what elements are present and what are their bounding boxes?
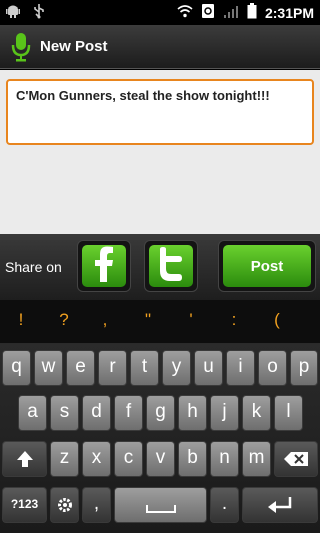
status-bar: 2:31PM [0, 0, 320, 25]
usb-icon [32, 3, 46, 24]
key-h[interactable]: h [178, 395, 207, 431]
suggestion-item[interactable]: ( [262, 310, 292, 330]
title-bar: New Post [0, 25, 320, 69]
share-bar: Share on Post [0, 234, 320, 300]
key-c[interactable]: c [114, 441, 143, 477]
post-text: C'Mon Gunners, steal the show tonight!!! [16, 88, 270, 103]
suggestion-item[interactable]: ? [49, 310, 79, 330]
android-icon [6, 3, 20, 24]
facebook-button[interactable] [77, 240, 131, 292]
key-j[interactable]: j [210, 395, 239, 431]
post-text-input[interactable]: C'Mon Gunners, steal the show tonight!!! [6, 79, 314, 145]
suggestion-item[interactable]: ! [6, 310, 36, 330]
key-a[interactable]: a [18, 395, 47, 431]
page-title: New Post [40, 38, 108, 55]
suggestion-strip: ! ? , " ' : ( [0, 300, 320, 344]
key-v[interactable]: v [146, 441, 175, 477]
key-w[interactable]: w [34, 350, 63, 386]
keyboard: q w e r t y u i o p a s d f g h j k l z … [0, 344, 320, 533]
twitter-button[interactable] [144, 240, 198, 292]
key-s[interactable]: s [50, 395, 79, 431]
key-r[interactable]: r [98, 350, 127, 386]
key-p[interactable]: p [290, 350, 318, 386]
key-t[interactable]: t [130, 350, 159, 386]
share-label: Share on [5, 259, 62, 275]
key-l[interactable]: l [274, 395, 303, 431]
shift-icon [16, 451, 34, 473]
space-icon [145, 498, 176, 519]
key-m[interactable]: m [242, 441, 271, 477]
battery-icon [247, 3, 257, 24]
backspace-key[interactable] [274, 441, 318, 477]
clock: 2:31PM [264, 5, 314, 21]
period-key[interactable]: . [210, 487, 239, 523]
twitter-icon [157, 246, 185, 286]
backspace-icon [283, 451, 309, 472]
settings-key[interactable] [50, 487, 79, 523]
sync-icon [201, 3, 215, 24]
post-button[interactable]: Post [218, 240, 316, 292]
key-e[interactable]: e [66, 350, 95, 386]
key-n[interactable]: n [210, 441, 239, 477]
wifi-icon [177, 4, 193, 23]
key-g[interactable]: g [146, 395, 175, 431]
key-q[interactable]: q [2, 350, 31, 386]
suggestion-item[interactable]: , [90, 310, 120, 330]
enter-key[interactable] [242, 487, 318, 523]
comma-key[interactable]: , [82, 487, 111, 523]
key-y[interactable]: y [162, 350, 191, 386]
key-i[interactable]: i [226, 350, 255, 386]
symbols-key[interactable]: ?123 [2, 487, 47, 523]
gear-icon [57, 497, 73, 518]
suggestion-item[interactable]: ' [176, 310, 206, 330]
key-u[interactable]: u [194, 350, 223, 386]
compose-area: C'Mon Gunners, steal the show tonight!!! [0, 70, 320, 234]
suggestion-item[interactable]: : [219, 310, 249, 330]
key-b[interactable]: b [178, 441, 207, 477]
suggestion-item[interactable]: " [133, 310, 163, 330]
key-k[interactable]: k [242, 395, 271, 431]
microphone-icon [11, 32, 31, 67]
shift-key[interactable] [2, 441, 47, 477]
signal-icon [223, 4, 239, 24]
space-key[interactable] [114, 487, 207, 523]
key-o[interactable]: o [258, 350, 287, 386]
key-x[interactable]: x [82, 441, 111, 477]
key-f[interactable]: f [114, 395, 143, 431]
enter-icon [267, 497, 293, 519]
post-button-label: Post [223, 245, 311, 287]
facebook-icon [93, 246, 115, 287]
key-z[interactable]: z [50, 441, 79, 477]
key-d[interactable]: d [82, 395, 111, 431]
